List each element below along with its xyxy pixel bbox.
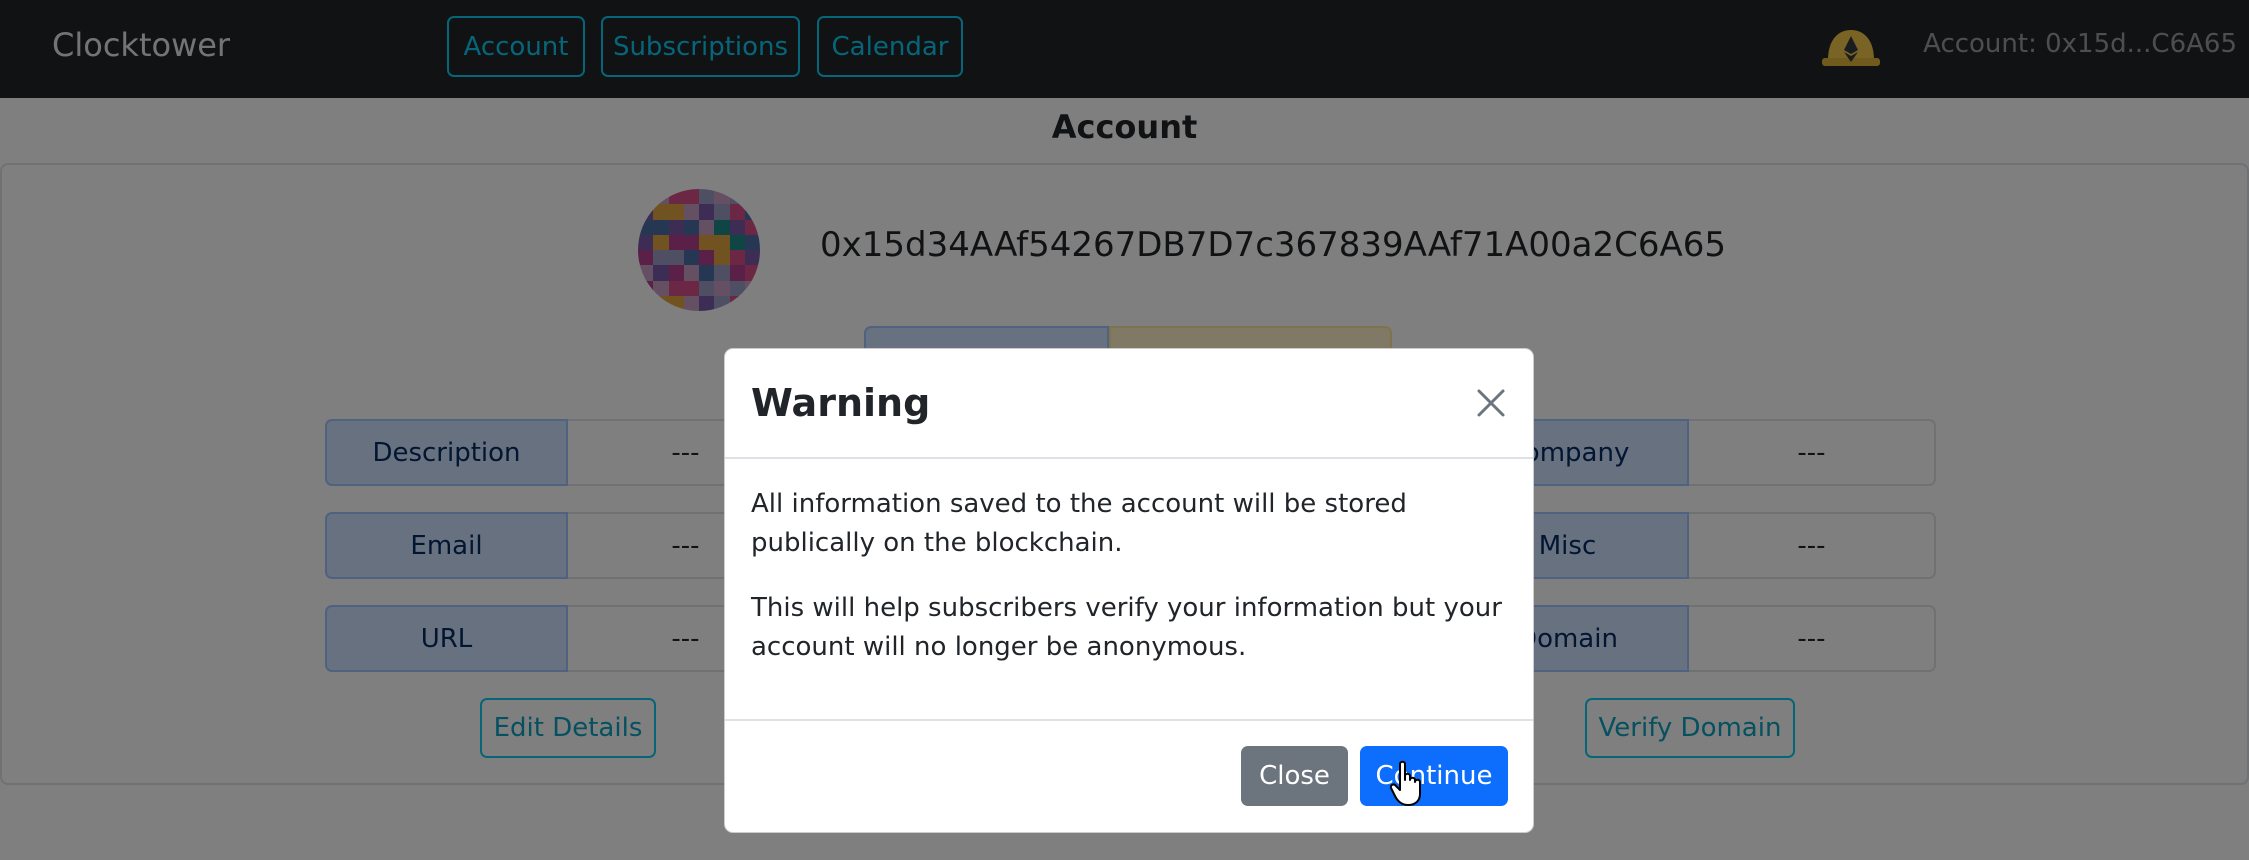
modal-paragraph: This will help subscribers verify your i… [751, 593, 1502, 662]
hand-cursor-icon [1389, 760, 1421, 806]
modal-title: Warning [751, 381, 931, 425]
continue-button[interactable]: Continue [1360, 746, 1508, 806]
close-icon[interactable] [1475, 387, 1507, 419]
modal-body: All information saved to the account wil… [751, 485, 1511, 693]
modal-header: Warning [725, 349, 1533, 459]
modal-paragraph: All information saved to the account wil… [751, 489, 1407, 558]
close-button[interactable]: Close [1241, 746, 1348, 806]
